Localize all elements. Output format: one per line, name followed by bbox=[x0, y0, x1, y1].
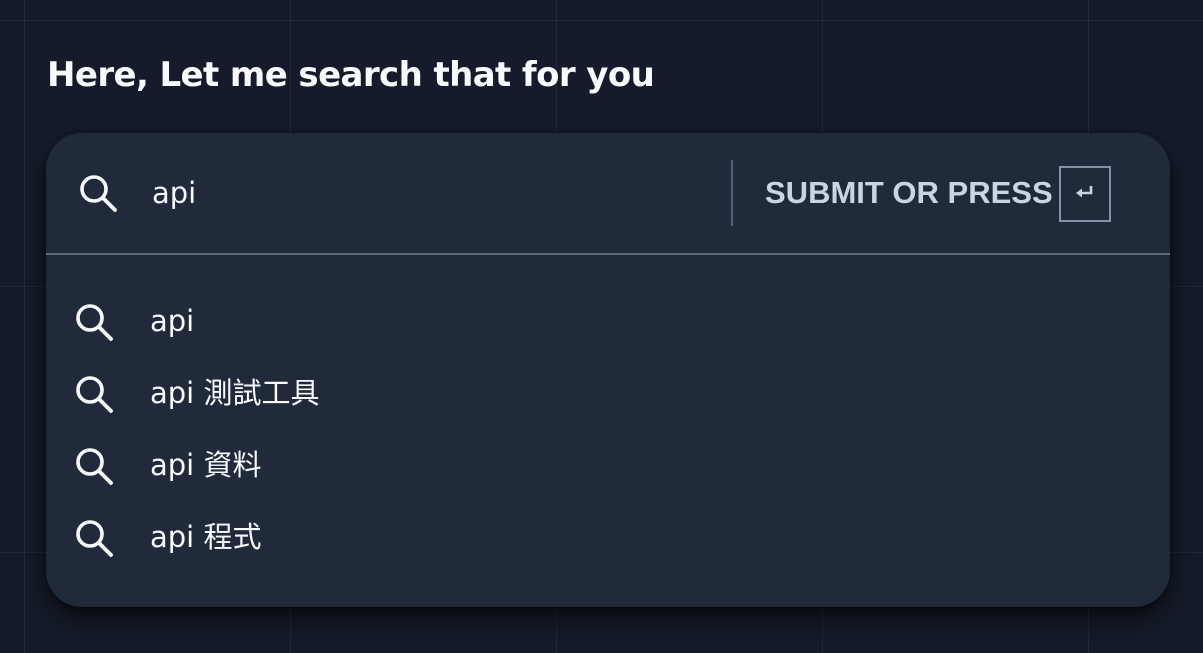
suggestion-text: api bbox=[150, 304, 195, 338]
search-icon bbox=[77, 172, 119, 214]
suggestion-item[interactable]: api 資料 bbox=[46, 429, 1170, 501]
search-bar: SUBMIT OR PRESS bbox=[46, 133, 1170, 255]
suggestion-text: api 資料 bbox=[150, 448, 262, 482]
suggestion-item[interactable]: api 程式 bbox=[46, 501, 1170, 573]
suggestion-item[interactable]: api bbox=[46, 285, 1170, 357]
suggestion-item[interactable]: api 測試工具 bbox=[46, 357, 1170, 429]
suggestion-text: api 程式 bbox=[150, 520, 262, 554]
page-title: Here, Let me search that for you bbox=[47, 55, 655, 95]
enter-key-icon bbox=[1074, 183, 1096, 205]
submit-button[interactable]: SUBMIT OR PRESS bbox=[765, 171, 1053, 215]
search-icon bbox=[73, 373, 115, 415]
search-icon bbox=[73, 445, 115, 487]
search-divider bbox=[731, 160, 733, 226]
enter-key-button[interactable] bbox=[1059, 166, 1111, 222]
search-panel: SUBMIT OR PRESS api bbox=[46, 133, 1170, 607]
search-icon bbox=[73, 517, 115, 559]
search-input[interactable] bbox=[152, 169, 712, 217]
search-icon bbox=[73, 301, 115, 343]
suggestion-list: api api 測試工具 api 資料 api 程式 bbox=[46, 285, 1170, 573]
suggestion-text: api 測試工具 bbox=[150, 376, 320, 410]
